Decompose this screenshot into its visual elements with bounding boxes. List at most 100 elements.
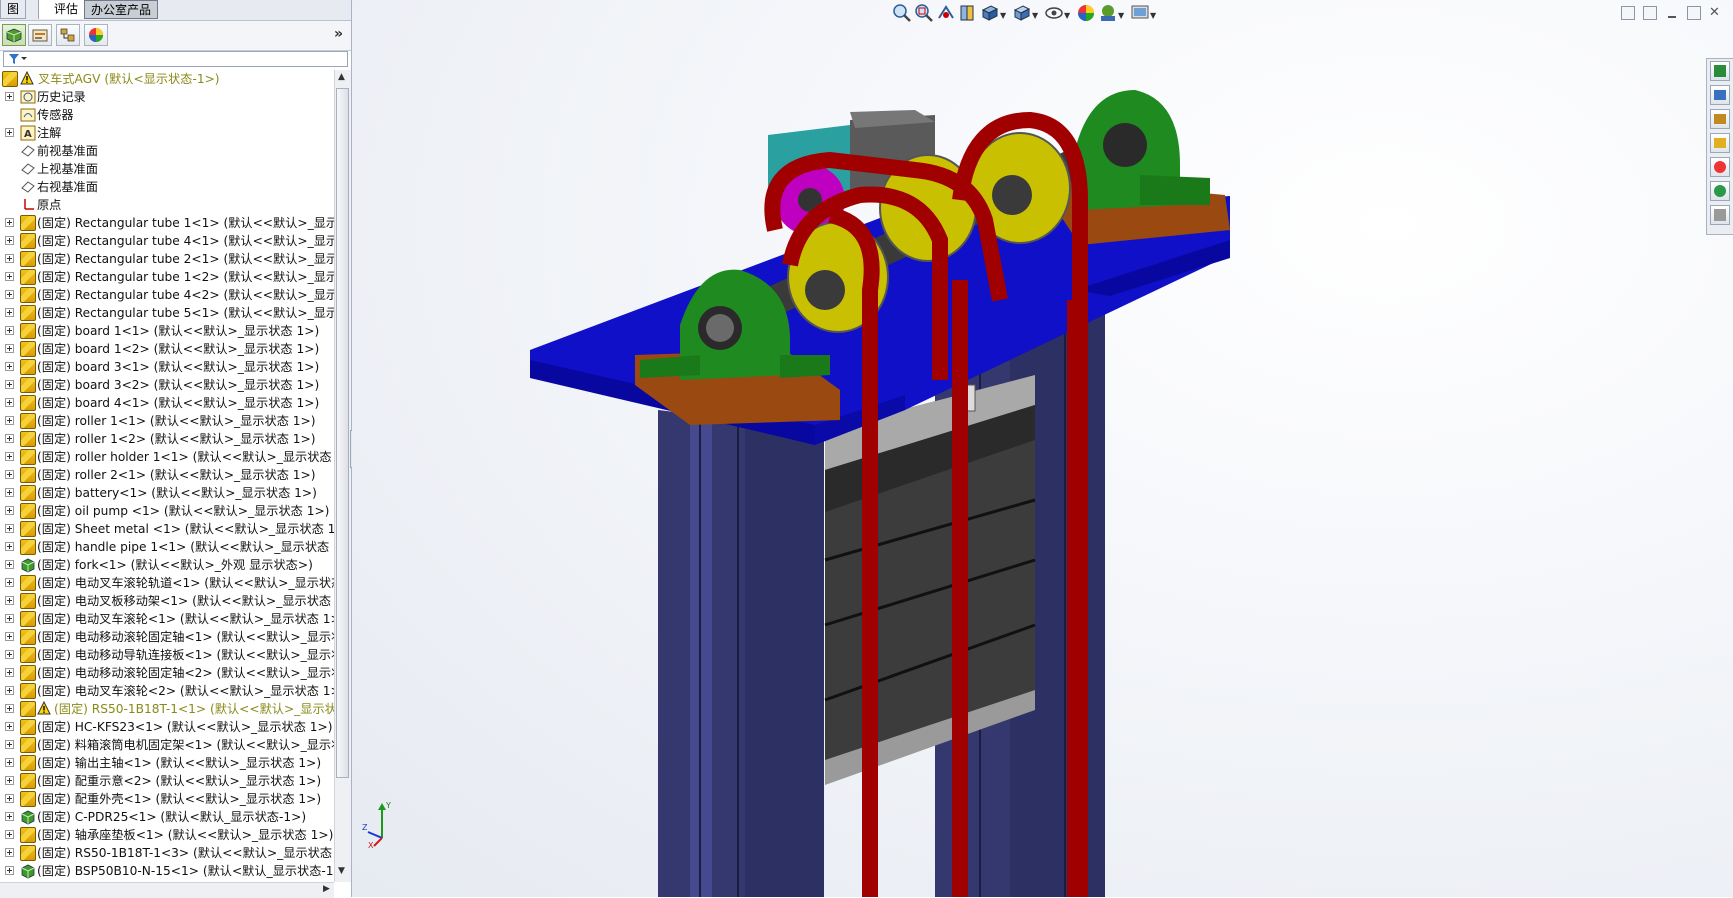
3d-model-view[interactable]	[352, 0, 1733, 897]
tree-item[interactable]: (固定) roller holder 1<1> (默认<<默认>_显示状态 1	[0, 448, 334, 466]
expand-node-icon[interactable]	[5, 560, 14, 569]
tree-filter[interactable]	[3, 51, 348, 67]
expand-node-icon[interactable]	[5, 830, 14, 839]
tree-item[interactable]: 上视基准面	[0, 160, 334, 178]
tree-item[interactable]: 传感器	[0, 106, 334, 124]
expand-node-icon[interactable]	[5, 722, 14, 731]
zoom-to-fit-icon[interactable]	[892, 3, 912, 23]
tree-item[interactable]: (固定) board 3<1> (默认<<默认>_显示状态 1>)	[0, 358, 334, 376]
chevron-down-icon[interactable]: ▼	[1032, 11, 1038, 20]
tree-item[interactable]: (固定) handle pipe 1<1> (默认<<默认>_显示状态 1>	[0, 538, 334, 556]
expand-node-icon[interactable]	[5, 308, 14, 317]
tree-item[interactable]: (固定) Rectangular tube 5<1> (默认<<默认>_显示状	[0, 304, 334, 322]
chevron-down-icon[interactable]: ▼	[1064, 11, 1070, 20]
expand-node-icon[interactable]	[5, 218, 14, 227]
section-view-icon[interactable]	[958, 3, 978, 23]
chevron-down-icon[interactable]: ▼	[1118, 11, 1124, 20]
expand-node-icon[interactable]	[5, 326, 14, 335]
tile-horizontal-icon[interactable]	[1621, 6, 1635, 20]
tree-item[interactable]: (固定) 电动移动滚轮固定轴<2> (默认<<默认>_显示状	[0, 664, 334, 682]
tree-item[interactable]: (固定) board 1<2> (默认<<默认>_显示状态 1>)	[0, 340, 334, 358]
propertymanager-icon[interactable]	[28, 24, 52, 46]
expand-node-icon[interactable]	[5, 488, 14, 497]
view-orientation-icon[interactable]	[980, 3, 1000, 23]
scroll-up-arrow-icon[interactable]: ▲	[338, 72, 345, 82]
design-library-icon[interactable]	[1710, 85, 1730, 105]
chevron-down-icon[interactable]: ▼	[1150, 11, 1156, 20]
expand-node-icon[interactable]	[5, 362, 14, 371]
tree-item[interactable]: (固定) 电动叉车滚轮<1> (默认<<默认>_显示状态 1>)	[0, 610, 334, 628]
chevron-down-icon[interactable]: ▼	[1000, 11, 1006, 20]
expand-node-icon[interactable]	[5, 380, 14, 389]
file-explorer-icon[interactable]	[1710, 109, 1730, 129]
custom-properties-icon[interactable]	[1710, 181, 1730, 201]
tree-item[interactable]: (固定) Rectangular tube 1<2> (默认<<默认>_显示状	[0, 268, 334, 286]
tree-item[interactable]: (固定) roller 1<2> (默认<<默认>_显示状态 1>)	[0, 430, 334, 448]
expand-node-icon[interactable]	[5, 272, 14, 281]
expand-node-icon[interactable]	[5, 668, 14, 677]
tree-item[interactable]: 前视基准面	[0, 142, 334, 160]
tree-item[interactable]: (固定) 料箱滚筒电机固定架<1> (默认<<默认>_显示状	[0, 736, 334, 754]
tree-item[interactable]: (固定) board 3<2> (默认<<默认>_显示状态 1>)	[0, 376, 334, 394]
tree-item[interactable]: 历史记录	[0, 88, 334, 106]
expand-node-icon[interactable]	[5, 614, 14, 623]
expand-node-icon[interactable]	[5, 740, 14, 749]
tree-item[interactable]: A 注解	[0, 124, 334, 142]
tree-item[interactable]: (固定) RS50-1B18T-1<1> (默认<<默认>_显示状态	[0, 700, 334, 718]
expand-node-icon[interactable]	[5, 578, 14, 587]
featuremanager-tree-icon[interactable]	[2, 24, 26, 46]
expand-node-icon[interactable]	[5, 470, 14, 479]
tree-item[interactable]: (固定) board 4<1> (默认<<默认>_显示状态 1>)	[0, 394, 334, 412]
close-icon[interactable]: ✕	[1709, 6, 1723, 20]
tree-item[interactable]: (固定) 输出主轴<1> (默认<<默认>_显示状态 1>)	[0, 754, 334, 772]
expand-node-icon[interactable]	[5, 344, 14, 353]
apply-scene-icon[interactable]	[1098, 3, 1118, 23]
minimize-icon[interactable]	[1665, 6, 1679, 20]
document-recovery-icon[interactable]	[1710, 205, 1730, 225]
expand-node-icon[interactable]	[5, 416, 14, 425]
tree-item[interactable]: (固定) 电动移动导轨连接板<1> (默认<<默认>_显示状	[0, 646, 334, 664]
tree-item[interactable]: (固定) BSP50B10-N-15<1> (默认<默认_显示状态-1>	[0, 862, 334, 880]
expand-node-icon[interactable]	[5, 686, 14, 695]
tree-item[interactable]: (固定) 电动叉车滚轮<2> (默认<<默认>_显示状态 1>)	[0, 682, 334, 700]
expand-node-icon[interactable]	[5, 236, 14, 245]
previous-view-icon[interactable]	[936, 3, 956, 23]
tree-item[interactable]: (固定) 电动叉车滚轮轨道<1> (默认<<默认>_显示状态	[0, 574, 334, 592]
tree-item[interactable]: 右视基准面	[0, 178, 334, 196]
expand-node-icon[interactable]	[5, 758, 14, 767]
tree-item[interactable]: 原点	[0, 196, 334, 214]
graphics-area[interactable]: ▼ ▼ ▼ ▼ ▼ ✕ Y Z X	[352, 0, 1733, 897]
view-settings-icon[interactable]	[1130, 3, 1150, 23]
tree-item[interactable]: (固定) Rectangular tube 4<2> (默认<<默认>_显示状	[0, 286, 334, 304]
expand-node-icon[interactable]	[5, 812, 14, 821]
scroll-right-arrow-icon[interactable]: ▶	[323, 884, 330, 894]
expand-node-icon[interactable]	[5, 704, 14, 713]
view-palette-icon[interactable]	[1710, 133, 1730, 153]
hide-show-icon[interactable]	[1044, 3, 1064, 23]
restore-icon[interactable]	[1687, 6, 1701, 20]
tile-vertical-icon[interactable]	[1643, 6, 1657, 20]
tree-item[interactable]: (固定) RS50-1B18T-1<3> (默认<<默认>_显示状态 1:	[0, 844, 334, 862]
expand-node-icon[interactable]	[5, 92, 14, 101]
tree-item[interactable]: (固定) 配重示意<2> (默认<<默认>_显示状态 1>)	[0, 772, 334, 790]
tree-item[interactable]: (固定) Rectangular tube 2<1> (默认<<默认>_显示状	[0, 250, 334, 268]
tree-item[interactable]: (固定) board 1<1> (默认<<默认>_显示状态 1>)	[0, 322, 334, 340]
expand-node-icon[interactable]	[5, 506, 14, 515]
tree-item[interactable]: (固定) roller 1<1> (默认<<默认>_显示状态 1>)	[0, 412, 334, 430]
expand-node-icon[interactable]	[5, 128, 14, 137]
tree-item[interactable]: (固定) 电动叉板移动架<1> (默认<<默认>_显示状态 1	[0, 592, 334, 610]
scroll-thumb[interactable]	[336, 88, 349, 778]
expand-node-icon[interactable]	[5, 632, 14, 641]
tree-item[interactable]: (固定) 配重外壳<1> (默认<<默认>_显示状态 1>)	[0, 790, 334, 808]
tree-item[interactable]: (固定) battery<1> (默认<<默认>_显示状态 1>)	[0, 484, 334, 502]
tab-drawing[interactable]: 图	[0, 0, 26, 19]
edit-appearance-icon[interactable]	[1076, 3, 1096, 23]
displaymanager-icon[interactable]	[84, 24, 108, 46]
scroll-down-arrow-icon[interactable]: ▼	[338, 866, 345, 876]
expand-node-icon[interactable]	[5, 290, 14, 299]
tree-item[interactable]: (固定) 轴承座垫板<1> (默认<<默认>_显示状态 1>)	[0, 826, 334, 844]
expand-node-icon[interactable]	[5, 254, 14, 263]
tree-root-assembly[interactable]: 叉车式AGV (默认<显示状态-1>)	[0, 70, 334, 88]
tree-item[interactable]: (固定) 电动移动滚轮固定轴<1> (默认<<默认>_显示状	[0, 628, 334, 646]
expand-node-icon[interactable]	[5, 542, 14, 551]
